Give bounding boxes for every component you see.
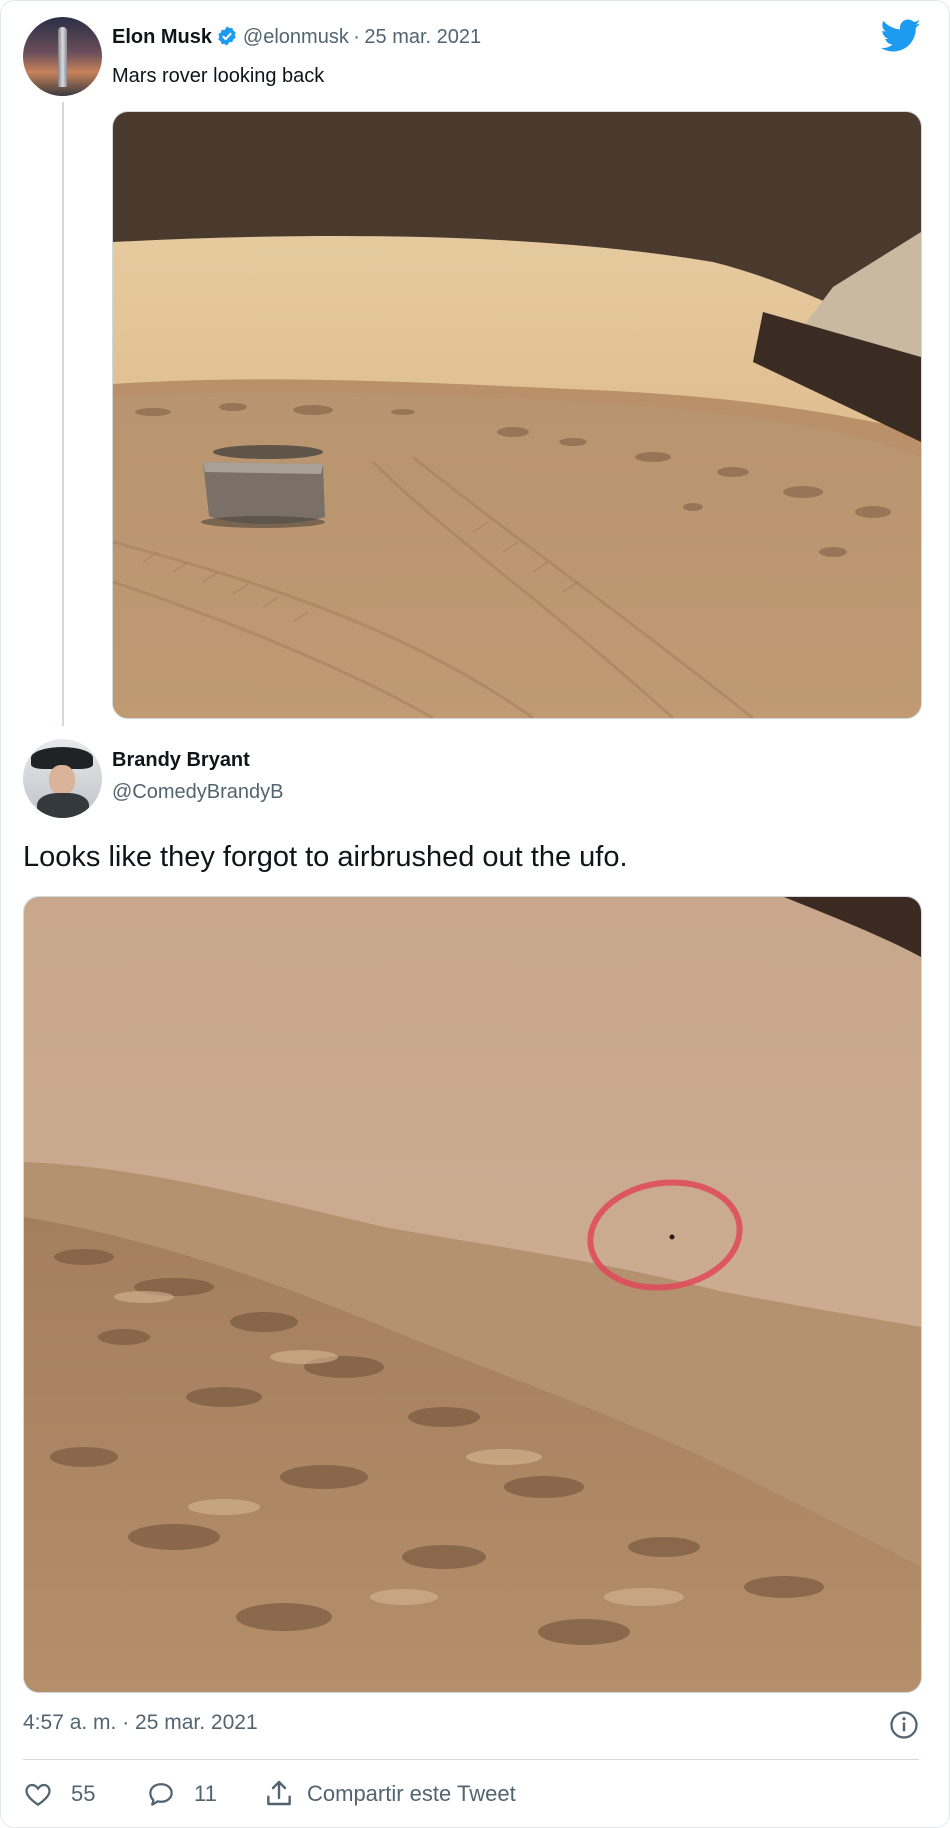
reply-action[interactable]: 11 [146,1776,217,1812]
reply-count: 11 [194,1781,217,1806]
reply-timestamp[interactable]: 4:57 a. m. · 25 mar. 2021 [23,1711,258,1735]
verified-badge-icon [218,26,237,46]
reply-author-name[interactable]: Brandy Bryant [112,749,250,772]
author-handle[interactable]: @elonmusk [243,26,349,48]
date-separator: · [353,26,360,48]
share-label: Compartir este Tweet [307,1781,516,1806]
mars-rover-photo-image [113,112,921,718]
like-count: 55 [71,1781,96,1806]
like-action[interactable]: 55 [23,1776,95,1812]
brandy-bryant-avatar[interactable] [23,739,102,818]
heart-icon [25,1783,51,1806]
mars-rover-photo[interactable] [112,111,922,719]
info-icon[interactable] [889,1710,919,1740]
elon-musk-avatar[interactable] [23,17,102,96]
tweet-date[interactable]: 25 mar. 2021 [364,26,481,48]
reply-icon [149,1783,173,1806]
actions-divider [23,1759,919,1760]
ufo-photo-image [24,897,921,1692]
twitter-bird-icon[interactable] [881,19,921,53]
reply-author-handle[interactable]: @ComedyBrandyB [112,781,283,804]
share-action[interactable]: Compartir este Tweet [263,1776,516,1812]
share-icon [267,1780,291,1806]
tweet-header: Elon Musk @elonmusk · 25 mar. 2021 [112,25,481,49]
thread-connector-line [62,102,64,726]
ufo-photo[interactable] [23,896,922,1693]
tweet-text: Mars rover looking back [112,65,325,87]
author-name[interactable]: Elon Musk [112,26,212,48]
tweet-card: Elon Musk @elonmusk · 25 mar. 2021 Mars … [0,0,950,1828]
reply-text: Looks like they forgot to airbrushed out… [23,841,628,873]
